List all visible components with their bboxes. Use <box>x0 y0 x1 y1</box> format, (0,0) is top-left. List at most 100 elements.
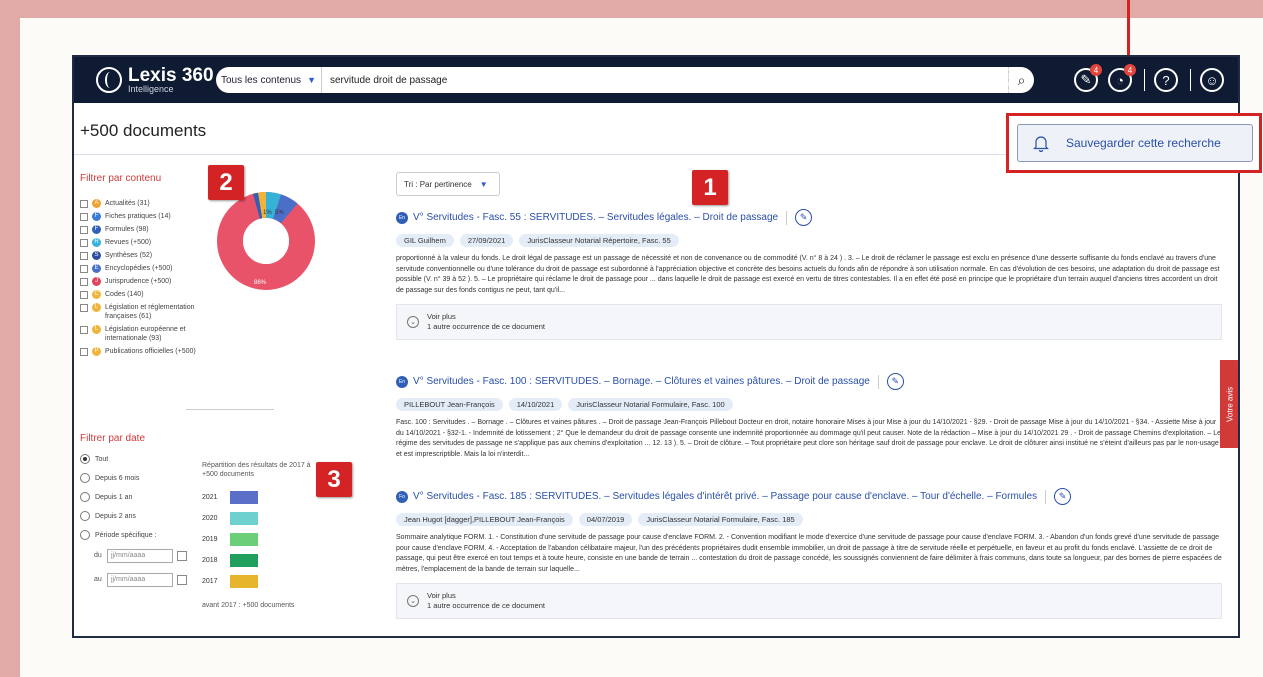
encyclopedia-icon: En <box>396 211 408 224</box>
radio-button[interactable] <box>80 454 90 464</box>
save-search-button[interactable]: Sauvegarder cette recherche <box>1017 124 1253 162</box>
date-tag: 04/07/2019 <box>578 513 633 526</box>
donut-label-big: 86% <box>254 280 267 286</box>
content-filter-label: Revues (+500) <box>105 239 152 246</box>
checkbox[interactable] <box>80 291 88 299</box>
year-bar[interactable] <box>230 491 258 504</box>
date-filter-label: Depuis 6 mois <box>95 474 140 482</box>
year-distribution-title: Répartition des résultats de 2017 à +500… <box>202 461 311 479</box>
checkbox[interactable] <box>80 278 88 286</box>
logo-name: Lexis 360 <box>128 65 214 86</box>
see-more-panel[interactable]: ⌄ Voir plus 1 autre occurrence de ce doc… <box>396 583 1222 619</box>
date-filter-option[interactable]: Période spécifique : <box>80 530 156 540</box>
user-icon[interactable]: ☺ <box>1200 68 1224 92</box>
help-icon[interactable]: ? <box>1154 68 1178 92</box>
checkbox[interactable] <box>80 213 88 221</box>
see-more-label: Voir plus <box>427 591 456 600</box>
chevron-down-icon: ⌄ <box>407 595 419 607</box>
content-type-icon: C <box>92 290 101 299</box>
content-filter-item[interactable]: L Législation et réglementation française… <box>80 303 220 321</box>
content-filter-item[interactable]: E Encyclopédies (+500) <box>80 264 220 273</box>
content-filter-label: Actualités (31) <box>105 200 150 207</box>
chevron-down-icon: ⌄ <box>407 316 419 328</box>
year-bar[interactable] <box>230 533 258 546</box>
separator <box>1190 69 1191 91</box>
logo[interactable]: Lexis 360 Intelligence <box>96 66 214 94</box>
advanced-search-button[interactable]: recherche avancée <box>976 69 1028 91</box>
sort-select[interactable]: Tri : Par pertinence ▼ <box>396 172 500 196</box>
date-from-label: du <box>94 552 102 559</box>
save-search-highlight: Sauvegarder cette recherche <box>1006 113 1262 173</box>
see-more-panel[interactable]: ⌄ Voir plus 1 autre occurrence de ce doc… <box>396 304 1222 340</box>
author-tag[interactable]: GIL Guilhem <box>396 234 454 247</box>
radio-button[interactable] <box>80 473 90 483</box>
search-input[interactable]: servitude droit de passage <box>322 75 1008 86</box>
content-filter-item[interactable]: F Formules (98) <box>80 225 220 234</box>
separator <box>1045 489 1047 504</box>
checkbox[interactable] <box>80 326 88 334</box>
pin-icon[interactable]: ✎ 4 <box>1074 64 1102 92</box>
content-filter-item[interactable]: P Publications officielles (+500) <box>80 347 220 356</box>
year-bar[interactable] <box>230 554 258 567</box>
year-bar[interactable] <box>230 512 258 525</box>
year-distribution-line1: Répartition des résultats de 2017 à <box>202 462 311 469</box>
result-excerpt: proportionné à la valeur du fonds. Le dr… <box>396 255 1220 294</box>
scope-select[interactable]: Tous les contenus ▼ <box>216 67 322 93</box>
checkbox[interactable] <box>80 252 88 260</box>
date-filter-option[interactable]: Depuis 2 ans <box>80 511 156 521</box>
notification-badge: 4 <box>1090 64 1102 76</box>
date-filter-option[interactable]: Tout <box>80 454 156 464</box>
pin-icon[interactable]: ✎ <box>1054 488 1072 505</box>
author-tag[interactable]: Jean Hugot [dagger],PILLEBOUT Jean-Franç… <box>396 513 573 526</box>
results-count: +500 documents <box>80 121 207 140</box>
result-title-link[interactable]: V° Servitudes - Fasc. 100 : SERVITUDES. … <box>413 376 870 387</box>
year-bar[interactable] <box>230 575 258 588</box>
date-to-input[interactable]: jj/mm/aaaa <box>107 573 173 587</box>
checkbox[interactable] <box>80 304 88 312</box>
donut-label-b: 5% <box>275 210 284 216</box>
radio-button[interactable] <box>80 492 90 502</box>
content-filter-item[interactable]: F Fiches pratiques (14) <box>80 212 220 221</box>
content-filter-label: Synthèses (52) <box>105 252 153 259</box>
content-filter-item[interactable]: J Jurisprudence (+500) <box>80 277 220 286</box>
source-tag[interactable]: JurisClasseur Notarial Formulaire, Fasc.… <box>568 398 733 411</box>
source-tag[interactable]: JurisClasseur Notarial Répertoire, Fasc.… <box>519 234 679 247</box>
radio-button[interactable] <box>80 511 90 521</box>
content-filter-label: Formules (98) <box>105 226 149 233</box>
checkbox[interactable] <box>80 200 88 208</box>
result-excerpt: Fasc. 100 : Servitudes . – Bornage . – C… <box>396 419 1221 458</box>
radio-button[interactable] <box>80 530 90 540</box>
date-filter-label: Tout <box>95 455 109 463</box>
content-filter-item[interactable]: L Législation européenne et international… <box>80 325 220 343</box>
content-filter-item[interactable]: S Synthèses (52) <box>80 251 220 260</box>
donut-label-a: 1% <box>263 210 272 216</box>
filter-date-title: Filtrer par date <box>80 433 146 444</box>
feedback-tab[interactable]: Votre avis <box>1220 360 1238 448</box>
source-tag[interactable]: JurisClasseur Notarial Formulaire, Fasc.… <box>638 513 803 526</box>
date-filter-label: Depuis 1 an <box>95 493 133 501</box>
date-filter-option[interactable]: Depuis 6 mois <box>80 473 156 483</box>
calendar-icon[interactable] <box>177 551 187 561</box>
result-title-link[interactable]: V° Servitudes - Fasc. 185 : SERVITUDES. … <box>413 491 1037 502</box>
content-type-icon: J <box>92 277 101 286</box>
pin-icon[interactable]: ✎ <box>886 373 904 390</box>
author-tag[interactable]: PILLEBOUT Jean-François <box>396 398 503 411</box>
checkbox[interactable] <box>80 348 88 356</box>
alert-icon[interactable]: ◔ 4 <box>1108 64 1136 92</box>
pin-icon[interactable]: ✎ <box>795 209 813 226</box>
top-bar: Lexis 360 Intelligence Tous les contenus… <box>74 57 1238 103</box>
checkbox[interactable] <box>80 239 88 247</box>
result-title-link[interactable]: V° Servitudes - Fasc. 55 : SERVITUDES. –… <box>413 212 778 223</box>
date-filter-option[interactable]: Depuis 1 an <box>80 492 156 502</box>
date-from-input[interactable]: jj/mm/aaaa <box>107 549 173 563</box>
calendar-icon[interactable] <box>177 575 187 585</box>
result-item: En V° Servitudes - Fasc. 55 : SERVITUDES… <box>396 209 1222 340</box>
formula-icon: Fo <box>396 490 408 503</box>
content-filter-item[interactable]: A Actualités (31) <box>80 199 220 208</box>
content-filter-item[interactable]: C Codes (140) <box>80 290 220 299</box>
checkbox[interactable] <box>80 226 88 234</box>
result-item: Fo V° Servitudes - Fasc. 185 : SERVITUDE… <box>396 488 1222 619</box>
content-type-icon: L <box>92 303 101 312</box>
content-filter-item[interactable]: R Revues (+500) <box>80 238 220 247</box>
checkbox[interactable] <box>80 265 88 273</box>
